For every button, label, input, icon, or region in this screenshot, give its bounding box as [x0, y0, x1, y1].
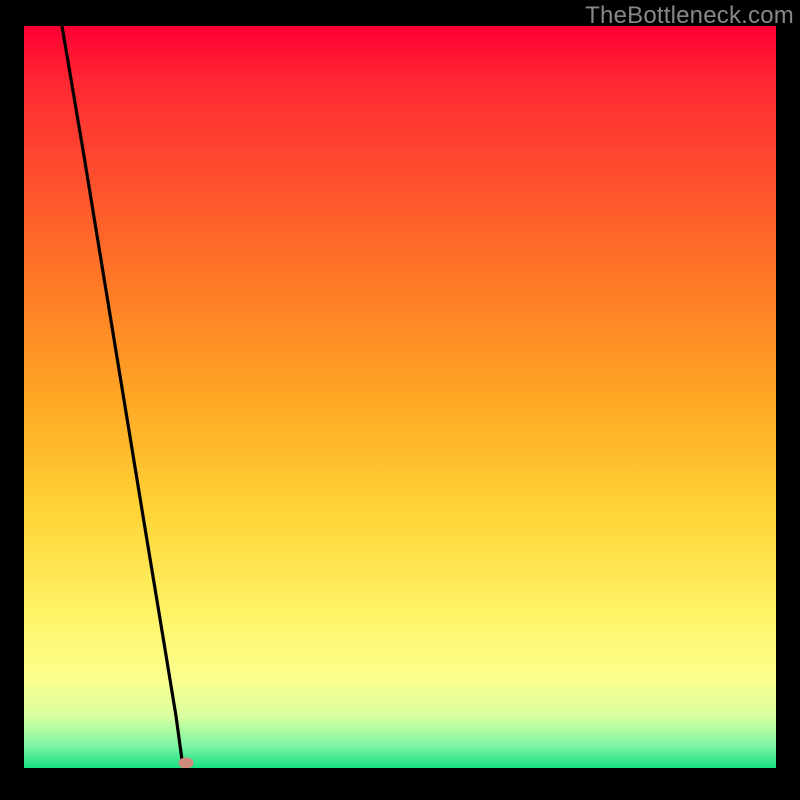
optimal-point-marker [179, 758, 194, 769]
bottleneck-curve [24, 26, 776, 768]
chart-wrapper: TheBottleneck.com [0, 0, 800, 800]
curve-path [62, 26, 182, 760]
attribution-text: TheBottleneck.com [585, 2, 794, 30]
plot-area [24, 26, 776, 768]
